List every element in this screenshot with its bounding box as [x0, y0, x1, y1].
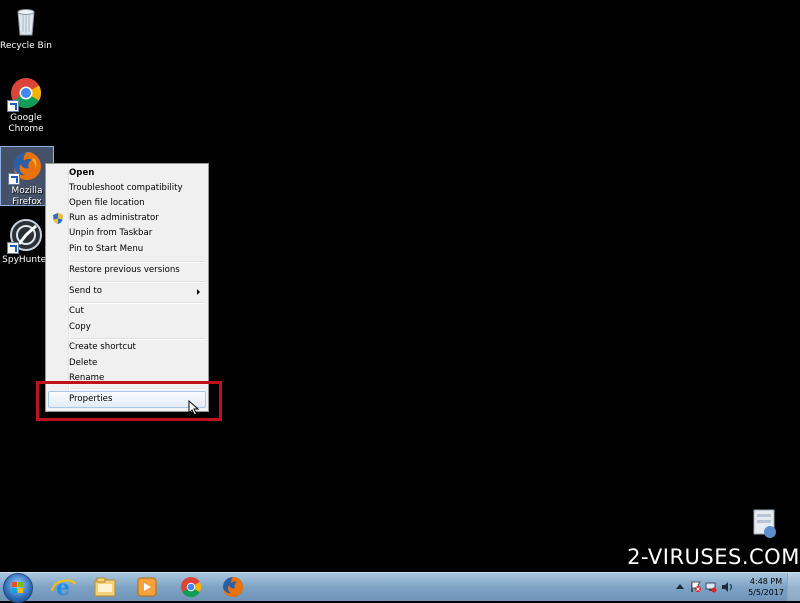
menu-item-unpin-from-taskbar[interactable]: Unpin from Taskbar [48, 226, 206, 241]
firefox-icon[interactable] [216, 575, 250, 599]
context-menu: Open Troubleshoot compatibility Open fil… [45, 163, 209, 412]
spyhunter-icon [7, 218, 43, 254]
menu-item-delete[interactable]: Delete [48, 356, 206, 371]
chrome-icon [7, 76, 43, 112]
desktop-icon-google-chrome[interactable]: Google Chrome [0, 76, 52, 135]
uac-shield-icon [53, 213, 63, 224]
submenu-arrow-icon [197, 289, 200, 295]
mouse-cursor-icon [188, 400, 200, 416]
start-orb-icon[interactable] [3, 573, 33, 603]
menu-separator [70, 281, 205, 283]
chrome-icon[interactable] [174, 575, 208, 599]
show-desktop-button[interactable] [787, 573, 800, 601]
recycle-bin-icon [9, 4, 43, 38]
action-center-flag-icon[interactable] [690, 581, 702, 593]
shortcut-arrow-icon [8, 173, 20, 185]
desktop-icon-label: Google Chrome [8, 113, 44, 134]
menu-item-create-shortcut[interactable]: Create shortcut [48, 340, 206, 355]
system-tray: 4:48 PM 5/5/2017 [670, 573, 800, 601]
menu-item-troubleshoot-compatibility[interactable]: Troubleshoot compatibility [48, 181, 206, 196]
file-explorer-icon[interactable] [88, 575, 122, 599]
menu-item-pin-to-start-menu[interactable]: Pin to Start Menu [48, 242, 206, 257]
taskbar: e 4:48 PM 5/5/2017 [0, 572, 800, 603]
menu-item-open[interactable]: Open [48, 166, 206, 181]
menu-item-label: Run as administrator [69, 213, 159, 223]
media-player-icon[interactable] [130, 575, 164, 599]
menu-item-label: Send to [69, 286, 103, 296]
network-icon[interactable] [705, 581, 717, 593]
internet-explorer-icon[interactable]: e [46, 575, 80, 601]
show-hidden-icons-icon[interactable] [676, 583, 684, 589]
firefox-icon [8, 149, 44, 185]
menu-item-open-file-location[interactable]: Open file location [48, 196, 206, 211]
windows-license-icon [753, 509, 776, 538]
svg-text:e: e [56, 575, 70, 599]
clock-date: 5/5/2017 [748, 588, 784, 597]
shortcut-arrow-icon [7, 242, 19, 254]
shortcut-arrow-icon [7, 100, 19, 112]
clock[interactable]: 4:48 PM 5/5/2017 [748, 576, 784, 598]
menu-item-cut[interactable]: Cut [48, 304, 206, 319]
volume-icon[interactable] [721, 581, 733, 593]
clock-time: 4:48 PM [749, 577, 783, 586]
desktop-icon-recycle-bin[interactable]: Recycle Bin [0, 4, 52, 52]
menu-item-restore-previous-versions[interactable]: Restore previous versions [48, 263, 206, 278]
menu-item-run-as-administrator[interactable]: Run as administrator [48, 211, 206, 226]
menu-item-send-to[interactable]: Send to [48, 284, 206, 299]
desktop-icon-label: Recycle Bin [0, 41, 52, 51]
watermark-text: 2-VIRUSES.COM [627, 542, 800, 572]
menu-item-copy[interactable]: Copy [48, 320, 206, 335]
